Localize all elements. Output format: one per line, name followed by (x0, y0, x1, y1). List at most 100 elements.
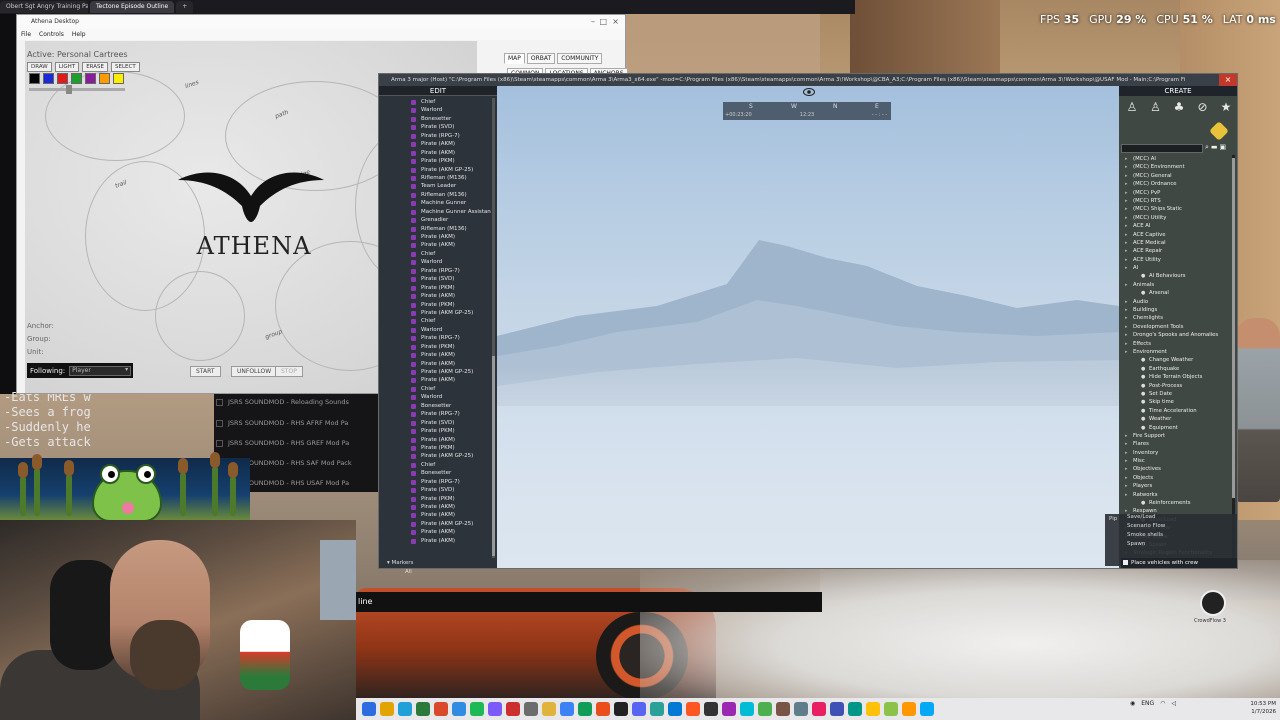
new-tab-button[interactable]: + (176, 1, 194, 13)
module-category[interactable]: ACE Captive (1123, 231, 1231, 240)
unit-tree-item[interactable]: Warlord (379, 326, 491, 334)
module-category[interactable]: Animals (1123, 281, 1231, 290)
brush-size-slider[interactable] (29, 88, 125, 91)
module-category[interactable]: Ratworks (1123, 491, 1231, 500)
zeus-3d-viewport[interactable]: S W N E +00:23:20 12:23 - - : - - (497, 86, 1119, 568)
unit-tree-item[interactable]: Pirate (AKM) (379, 503, 491, 511)
task-checkbox[interactable] (216, 399, 223, 406)
unit-tree-item[interactable]: Rifleman (M136) (379, 225, 491, 233)
unit-tree-item[interactable]: Pirate (AKM) (379, 140, 491, 148)
favorites-star-icon[interactable]: ★ (1219, 100, 1233, 114)
no-entity-icon[interactable]: ⊘ (1196, 100, 1210, 114)
unit-tree-item[interactable]: Pirate (PKM) (379, 343, 491, 351)
modules-icon[interactable]: ♣ (1172, 100, 1186, 114)
module-item[interactable]: Reinforcements (1123, 499, 1231, 508)
tray-language[interactable]: ENG (1141, 700, 1154, 707)
module-item[interactable]: Weather (1123, 415, 1231, 424)
minimize-icon[interactable]: – (591, 15, 595, 29)
unit-tree-item[interactable]: Pirate (AKM GP-25) (379, 368, 491, 376)
taskbar-app-icon[interactable] (452, 702, 466, 716)
unit-tree-item[interactable]: Pirate (RPG-7) (379, 267, 491, 275)
module-category[interactable]: Players (1123, 482, 1231, 491)
module-category[interactable]: ACE Medical (1123, 239, 1231, 248)
module-item[interactable]: Skip time (1123, 398, 1231, 407)
module-item[interactable]: Equipment (1123, 424, 1231, 433)
taskbar-app-icon[interactable] (776, 702, 790, 716)
task-item[interactable]: JSRS SOUNDMOD - RHS AFRF Mod Pa (228, 419, 348, 427)
unit-tree-item[interactable]: Pirate (AKM) (379, 436, 491, 444)
color-swatch[interactable] (29, 73, 40, 84)
task-checkbox[interactable] (216, 420, 223, 427)
pip-item[interactable]: Spawn (1127, 541, 1145, 547)
tray-wifi-icon[interactable]: ◠ (1160, 700, 1165, 707)
unit-tree-item[interactable]: Pirate (AKM) (379, 511, 491, 519)
tray-volume-icon[interactable]: ◁ (1171, 700, 1176, 707)
light-button[interactable]: LIGHT (54, 62, 80, 72)
unit-tree-item[interactable]: Pirate (AKM) (379, 241, 491, 249)
start-button[interactable]: START (190, 366, 221, 377)
module-category[interactable]: (MCC) Ordnance (1123, 180, 1231, 189)
expand-icon[interactable]: ▣ (1220, 143, 1227, 152)
unit-tree-item[interactable]: Pirate (AKM GP-25) (379, 309, 491, 317)
unit-tree-item[interactable]: Pirate (AKM GP-25) (379, 452, 491, 460)
side-empty-icon[interactable] (1209, 121, 1229, 141)
color-swatch[interactable] (113, 73, 124, 84)
tab-orbat[interactable]: ORBAT (526, 53, 556, 64)
unit-tree-item[interactable]: Bonesetter (379, 402, 491, 410)
module-category[interactable]: Objects (1123, 474, 1231, 483)
module-category[interactable]: Audio (1123, 298, 1231, 307)
menu-help[interactable]: Help (72, 29, 86, 40)
unit-tree-item[interactable]: Pirate (RPG-7) (379, 478, 491, 486)
module-item[interactable]: Hide Terrain Objects (1123, 373, 1231, 382)
unit-tree-item[interactable]: Pirate (SVD) (379, 419, 491, 427)
unit-tree-item[interactable]: Pirate (PKM) (379, 301, 491, 309)
taskbar-app-icon[interactable] (920, 702, 934, 716)
taskbar-app-icon[interactable] (362, 702, 376, 716)
unit-tree-item[interactable]: Bonesetter (379, 469, 491, 477)
browser-tab-active[interactable]: Tectone Episode Outline (90, 1, 175, 13)
stop-button[interactable]: STOP (275, 366, 303, 377)
module-category[interactable]: (MCC) PvP (1123, 189, 1231, 198)
taskbar-app-icon[interactable] (650, 702, 664, 716)
unit-tree-item[interactable]: Pirate (PKM) (379, 495, 491, 503)
module-category[interactable]: (MCC) General (1123, 172, 1231, 181)
taskbar-app-icon[interactable] (884, 702, 898, 716)
taskbar-app-icon[interactable] (686, 702, 700, 716)
unit-icon[interactable]: ♙ (1125, 100, 1139, 114)
unit-tree-item[interactable]: Pirate (RPG-7) (379, 132, 491, 140)
taskbar-app-icon[interactable] (596, 702, 610, 716)
taskbar-app-icon[interactable] (830, 702, 844, 716)
color-swatch[interactable] (85, 73, 96, 84)
taskbar-app-icon[interactable] (578, 702, 592, 716)
unit-tree-item[interactable]: Pirate (AKM) (379, 537, 491, 545)
browser-tab[interactable]: Obert Sgt Angry Training Pal Pa (0, 1, 88, 13)
module-category[interactable]: ACE Repair (1123, 247, 1231, 256)
color-swatch[interactable] (99, 73, 110, 84)
taskbar-app-icon[interactable] (524, 702, 538, 716)
collapse-icon[interactable]: ▬ (1211, 143, 1218, 152)
taskbar-clock[interactable]: 10:53 PM 1/7/2026 (1230, 700, 1276, 716)
unit-tree-item[interactable]: Machine Gunner Assistant (379, 208, 491, 216)
taskbar-app-icon[interactable] (758, 702, 772, 716)
unit-tree-item[interactable]: Pirate (SVD) (379, 123, 491, 131)
module-category[interactable]: (MCC) AI (1123, 155, 1231, 164)
create-search-input[interactable] (1121, 144, 1203, 153)
taskbar-app-icon[interactable] (704, 702, 718, 716)
taskbar-app-icon[interactable] (902, 702, 916, 716)
color-swatch[interactable] (43, 73, 54, 84)
draw-button[interactable]: DRAW (27, 62, 52, 72)
brush-size-slider-knob[interactable] (66, 85, 72, 94)
pip-item[interactable]: Scenario Flow (1127, 523, 1165, 529)
taskbar-app-icon[interactable] (614, 702, 628, 716)
module-category[interactable]: (MCC) Ships Static (1123, 205, 1231, 214)
taskbar-app-icon[interactable] (380, 702, 394, 716)
unit-tree-item[interactable]: Chief (379, 461, 491, 469)
edit-scrollbar-thumb[interactable] (492, 356, 495, 556)
unit-tree-item[interactable]: Warlord (379, 258, 491, 266)
app-shortcut-icon[interactable] (1200, 590, 1226, 616)
close-icon[interactable]: × (1219, 74, 1237, 86)
unfollow-button[interactable]: UNFOLLOW (231, 366, 278, 377)
module-item[interactable]: Earthquake (1123, 365, 1231, 374)
taskbar-app-icon[interactable] (632, 702, 646, 716)
erase-button[interactable]: ERASE (82, 62, 108, 72)
